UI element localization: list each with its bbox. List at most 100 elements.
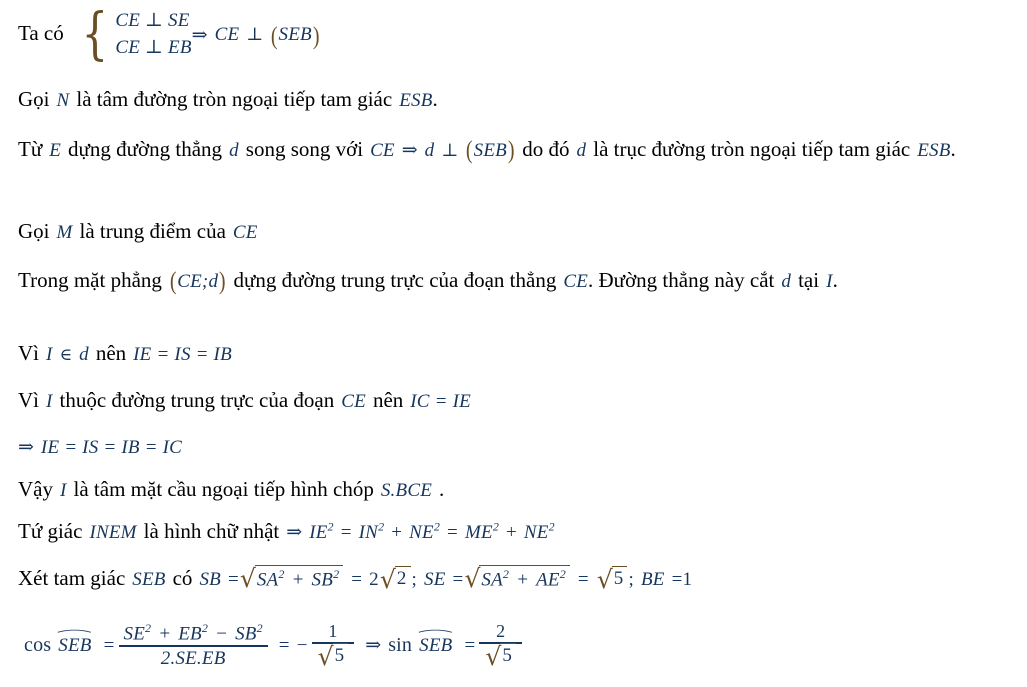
line10-term-ne-1: NE2 — [409, 519, 441, 543]
line10-me-exp: 2 — [492, 519, 499, 534]
line11-sb-coeff: 2 — [369, 569, 379, 590]
statement-line-12: cos ⌒ SEB = SE2 + EB2− SB2 2.SE.EB = −1 √ 5 ⇒ sin ⌒ SEB =… — [24, 620, 526, 671]
line11-ae-exp: 2 — [559, 566, 566, 581]
line4-body: là trung điểm của — [79, 219, 226, 243]
radical-two-body: 2 — [394, 565, 411, 591]
line11-semicolon-1: ; — [411, 569, 417, 590]
line10-body-1: Tứ giác — [18, 519, 83, 543]
line5-plane: CE;d — [177, 271, 219, 292]
l12-minus: − — [215, 622, 229, 644]
cosine-value-fraction: 1 √ 5 — [311, 621, 355, 671]
line3-tu: Từ — [18, 137, 43, 161]
statement-line-6: Vì I ∈ d nên IE = IS = IB — [18, 341, 232, 366]
radical-se-body: SA2 + AE2 — [479, 564, 570, 592]
line11-equals-4: = — [577, 569, 589, 590]
line9-vay: Vậy — [18, 477, 53, 501]
line10-ne1-base: NE — [409, 522, 434, 543]
line7-equalities: IC = IE — [410, 391, 471, 412]
line5-line-d: d — [781, 271, 792, 292]
line10-plus-1: + — [391, 522, 403, 543]
line11-be-label: BE — [640, 569, 665, 590]
line10-body-2: là hình chữ nhật — [143, 519, 280, 543]
line3-line-d3: d — [576, 140, 587, 161]
line7-body: thuộc đường trung trực của đoạn — [59, 388, 335, 412]
line11-sb-exp: 2 — [333, 566, 340, 581]
line11-equals-2: = — [351, 569, 363, 590]
sine-value-fraction: 2 √ 5 — [479, 621, 523, 670]
paren-open-2: ( — [466, 137, 473, 164]
line11-body-1: Xét tam giác — [18, 566, 126, 590]
l12-plus: + — [158, 622, 172, 644]
l12-sb-exp: 2 — [256, 620, 263, 635]
radical-icon-4: √ — [596, 564, 613, 594]
line3-body-3: do đó — [522, 137, 570, 161]
sys-row2-text: CE ⊥ EB — [115, 36, 192, 58]
statement-line-3: Từ Edựng đường thẳng d song song với CE ⇒ d ⊥ (S… — [18, 134, 1018, 164]
line5-body-3: . Đường thẳng này cắt — [588, 268, 775, 292]
implies-arrow-icon: ⇒ — [191, 23, 208, 46]
cosine-denominator: 2.SE.EB — [160, 647, 226, 669]
sine-value-denominator: √ 5 — [479, 642, 522, 670]
line10-ne2-exp: 2 — [548, 519, 555, 534]
line9-body: là tâm mặt cầu ngoại tiếp hình chóp — [73, 477, 374, 501]
radical-sb: √ SA2 + SB2 — [240, 564, 344, 592]
line11-equals-1: = — [227, 569, 239, 590]
line11-plus-1: + — [291, 569, 305, 591]
radical-five-body-1: 5 — [611, 565, 628, 591]
line6-equalities: IE = IS = IB — [133, 344, 232, 365]
line4-goi: Gọi — [18, 219, 50, 243]
radical-five-1: √ 5 — [596, 564, 628, 594]
line1-lead: Ta có — [18, 20, 64, 45]
line10-term-ne-2: NE2 — [524, 519, 555, 543]
radical-five-2: √ 5 — [317, 641, 349, 671]
line6-line-d: d — [79, 344, 89, 365]
line10-term-ie: IE2 — [309, 519, 334, 543]
statement-line-10: Tứ giác INEM là hình chữ nhật ⇒ IE2 = IN2 + NE2 =… — [18, 519, 555, 544]
line3-line-d2: d — [424, 140, 435, 161]
line7-segment-ce: CE — [341, 391, 366, 412]
line3-plane: SEB — [473, 140, 507, 161]
line11-equals-5: = — [671, 569, 683, 590]
line2-period: . — [432, 87, 438, 111]
radical-five-body-3: 5 — [500, 642, 517, 668]
system-rows: CE ⊥ SE CE ⊥ EB — [115, 8, 191, 62]
line6-vi: Vì — [18, 341, 39, 365]
line7-nen: nên — [372, 388, 404, 412]
cosine-value-denominator: √ 5 — [312, 641, 355, 671]
radical-icon-3: √ — [464, 563, 481, 593]
line9-solid-name: S.BCE — [380, 480, 432, 501]
line11-sa-base-1: SA — [256, 569, 279, 591]
l12-sb-base: SB — [235, 622, 257, 644]
radical-icon-5: √ — [317, 641, 334, 671]
line12-equals-1: = — [103, 635, 115, 657]
angle-seb-2: ⌒ SEB — [418, 631, 454, 657]
angle-seb-2-text: SEB — [419, 635, 453, 657]
implies-arrow-icon-5: ⇒ — [365, 634, 382, 657]
l12-se-exp: 2 — [145, 620, 152, 635]
perpendicular-icon-2: ⊥ — [441, 140, 459, 161]
line11-co: có — [172, 566, 193, 590]
line3-body-2: song song với — [245, 137, 364, 161]
paren-open-1: ( — [271, 23, 278, 51]
line12-equals-2: = — [278, 635, 290, 657]
line9-period: . — [439, 477, 445, 501]
line10-term-me: ME2 — [465, 519, 499, 543]
line10-ie-base: IE — [309, 522, 328, 543]
radical-five-3: √ 5 — [485, 642, 517, 669]
line10-ie-exp: 2 — [327, 519, 334, 534]
line10-ne1-exp: 2 — [433, 519, 441, 534]
l12-eb-base: EB — [178, 622, 202, 644]
paren-close-3: ) — [218, 268, 226, 295]
l12-se-base: SE — [123, 622, 146, 644]
line3-body-1: dựng đường thẳng — [68, 137, 223, 161]
implies-arrow-icon-3: ⇒ — [18, 436, 34, 458]
radical-two: √ 2 — [380, 565, 411, 592]
line4-segment-ce: CE — [232, 222, 258, 243]
line11-sb-label: SB — [199, 569, 221, 590]
line11-sa-exp-2: 2 — [502, 566, 510, 581]
line11-be-value: 1 — [682, 569, 693, 590]
perpendicular-icon-1: ⊥ — [246, 24, 264, 46]
cosine-value-numerator: 1 — [328, 621, 338, 641]
line11-triangle: SEB — [132, 569, 166, 590]
radical-se: √ SA2 + AE2 — [464, 563, 570, 593]
